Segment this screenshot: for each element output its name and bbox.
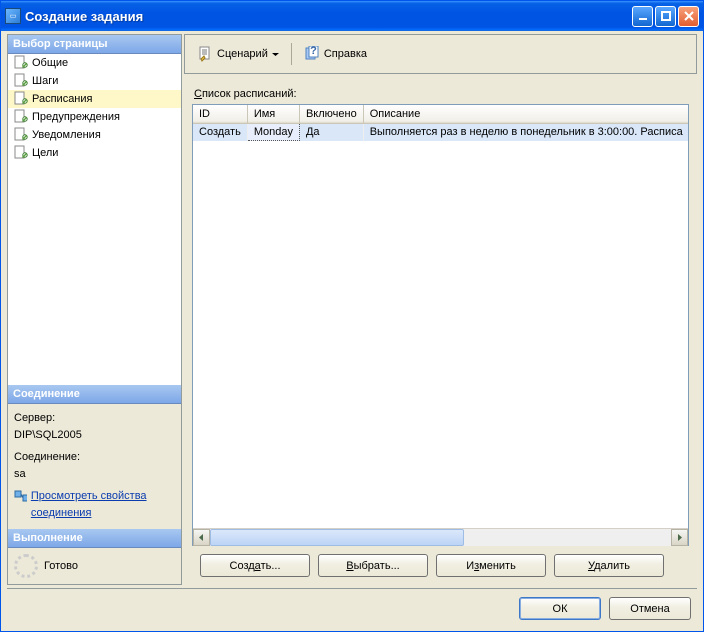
- delete-button[interactable]: Удалить: [554, 554, 664, 577]
- connection-icon: [14, 488, 27, 504]
- scroll-right-button[interactable]: [671, 529, 688, 546]
- connection-conn-label: Соединение:: [14, 449, 175, 466]
- column-header[interactable]: ID: [193, 105, 247, 124]
- sidebar-header-execution: Выполнение: [8, 529, 181, 548]
- maximize-button[interactable]: [655, 6, 676, 27]
- view-connection-properties-link[interactable]: Просмотреть свойства соединения: [14, 488, 175, 521]
- pick-button[interactable]: Выбрать...: [318, 554, 428, 577]
- page-icon: [12, 127, 28, 143]
- page-icon: [12, 109, 28, 125]
- page-icon: [12, 91, 28, 107]
- sidebar-item-Расписания[interactable]: Расписания: [8, 90, 181, 108]
- scroll-left-button[interactable]: [193, 529, 210, 546]
- page-icon: [12, 73, 28, 89]
- column-header[interactable]: Включено: [299, 105, 363, 124]
- execution-status: Готово: [44, 560, 78, 572]
- edit-button[interactable]: Изменить: [436, 554, 546, 577]
- ok-button[interactable]: ОК: [519, 597, 601, 620]
- column-header[interactable]: Описание: [363, 105, 688, 124]
- svg-text:?: ?: [310, 46, 317, 57]
- minimize-button[interactable]: [632, 6, 653, 27]
- column-header[interactable]: Имя: [247, 105, 299, 124]
- schedules-table[interactable]: IDИмяВключеноОписание СоздатьMondayДаВып…: [193, 105, 688, 141]
- sidebar-item-Общие[interactable]: Общие: [8, 54, 181, 72]
- window-title: Создание задания: [25, 9, 632, 24]
- sidebar-item-Шаги[interactable]: Шаги: [8, 72, 181, 90]
- sidebar-item-Цели[interactable]: Цели: [8, 144, 181, 162]
- page-icon: [12, 145, 28, 161]
- help-button[interactable]: ? Справка: [300, 43, 371, 65]
- table-row[interactable]: СоздатьMondayДаВыполняется раз в неделю …: [193, 124, 688, 141]
- throbber-icon: [14, 554, 38, 578]
- sidebar-header-pages: Выбор страницы: [8, 35, 181, 54]
- page-icon: [12, 55, 28, 71]
- script-icon: [197, 46, 213, 62]
- sidebar-item-Предупреждения[interactable]: Предупреждения: [8, 108, 181, 126]
- horizontal-scrollbar[interactable]: [193, 528, 688, 545]
- cancel-button[interactable]: Отмена: [609, 597, 691, 620]
- scrollbar-thumb[interactable]: [210, 529, 464, 546]
- sidebar-item-Уведомления[interactable]: Уведомления: [8, 126, 181, 144]
- close-button[interactable]: [678, 6, 699, 27]
- connection-server-value: DIP\SQL2005: [14, 427, 175, 444]
- titlebar: ▭ Создание задания: [1, 1, 703, 31]
- script-dropdown-button[interactable]: Сценарий: [193, 43, 283, 65]
- connection-conn-value: sa: [14, 466, 175, 483]
- app-icon: ▭: [5, 8, 21, 24]
- connection-server-label: Сервер:: [14, 410, 175, 427]
- new-button[interactable]: Создать...: [200, 554, 310, 577]
- schedules-list-label: Список расписаний:: [194, 88, 687, 100]
- chevron-down-icon: [272, 51, 279, 58]
- toolbar-separator: [291, 43, 292, 65]
- help-icon: ?: [304, 46, 320, 62]
- sidebar-header-connection: Соединение: [8, 385, 181, 404]
